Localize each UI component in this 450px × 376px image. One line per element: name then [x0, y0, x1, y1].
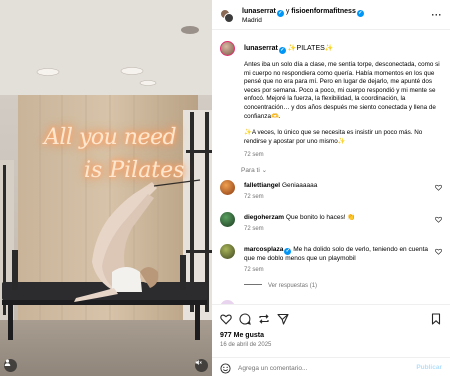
bookmark-icon[interactable] [430, 313, 442, 325]
comment-meta: 72 sem [244, 267, 272, 273]
view-replies-button[interactable]: Ver respuestas (1) [244, 283, 317, 289]
heart-icon[interactable] [435, 184, 442, 191]
comment-time[interactable]: 72 sem [244, 267, 264, 273]
heart-icon[interactable] [220, 313, 232, 325]
post-sidebar: lunaserrat ✓ y fisioenformafitness ✓ Madri… [212, 0, 450, 376]
comment-text: Geniaaaaaa [281, 182, 318, 189]
share-icon[interactable] [277, 313, 289, 325]
comment-username[interactable]: marcosplaza [244, 246, 283, 253]
avatar[interactable] [220, 180, 235, 195]
heart-icon[interactable] [435, 248, 442, 255]
caption-tag: ✨PILATES✨ [287, 45, 334, 52]
comment-username[interactable]: fallettiangel [244, 182, 280, 189]
mute-button[interactable] [195, 359, 208, 372]
post-media[interactable]: All you need is Pilates [0, 0, 212, 376]
post-date: 16 de abril de 2025 [220, 342, 272, 348]
comment-body: marcosplaza ✓ Me ha dolido solo de verlo,… [244, 246, 432, 264]
avatar[interactable] [220, 212, 235, 227]
collab-avatars[interactable] [220, 9, 234, 23]
comment-body: fallettiangel Geniaaaaaa [244, 182, 432, 191]
location-link[interactable]: Madrid [242, 17, 262, 24]
emoji-icon[interactable] [220, 363, 231, 374]
comment-meta: 72 sem [244, 194, 272, 200]
caption-time[interactable]: 72 sem [244, 152, 264, 158]
comment-time[interactable]: 72 sem [244, 226, 264, 232]
comment-sort-dropdown[interactable]: Para ti ⌄ [241, 166, 267, 174]
avatar[interactable] [220, 244, 235, 259]
repost-icon[interactable] [258, 313, 270, 325]
add-comment-bar: Publicar [212, 357, 450, 376]
comment-body: diegoherzam Que bonito lo haces! 👏 [244, 214, 432, 223]
verified-icon: ✓ [284, 248, 292, 255]
more-options-button[interactable]: ··· [432, 10, 443, 20]
caption-text: Antes iba un solo día a clase, me sentía… [244, 61, 444, 154]
view-replies-label: Ver respuestas (1) [268, 283, 318, 289]
author-link[interactable]: lunaserrat [242, 8, 276, 15]
neon-sign-line2: is Pilates [84, 158, 185, 183]
verified-icon: ✓ [356, 10, 364, 17]
caption-paragraph: ✨A veces, lo único que se necesita es in… [244, 129, 423, 145]
post-header: lunaserrat ✓ y fisioenformafitness ✓ Madri… [212, 0, 450, 30]
post-actions: 977 Me gusta 16 de abril de 2025 Publica… [212, 304, 450, 376]
heart-icon[interactable] [435, 216, 442, 223]
verified-icon: ✓ [276, 10, 284, 17]
publish-button[interactable]: Publicar [416, 364, 442, 371]
neon-sign-line1: All you need [44, 125, 177, 150]
likes-count[interactable]: 977 Me gusta [220, 332, 264, 339]
comment-icon[interactable] [239, 313, 251, 325]
comment-username[interactable]: diegoherzam [244, 214, 284, 221]
author-conjunction: y [285, 8, 290, 15]
replies-divider [244, 284, 262, 285]
comment-text: Que bonito lo haces! 👏 [285, 214, 356, 221]
speaker-muted-icon [195, 360, 202, 365]
caption-paragraph: Antes iba un solo día a clase, me sentía… [244, 61, 440, 120]
comment-meta: 72 sem [244, 226, 272, 232]
caption-header: lunaserrat ✓ ✨PILATES✨ [244, 44, 334, 54]
caption-username[interactable]: lunaserrat [244, 45, 278, 52]
tagged-users-button[interactable] [4, 359, 17, 372]
verified-icon: ✓ [278, 47, 286, 54]
comment-time[interactable]: 72 sem [244, 194, 264, 200]
post-authors: lunaserrat ✓ y fisioenformafitness ✓ [242, 8, 364, 17]
user-icon [4, 359, 11, 366]
avatar [224, 13, 234, 23]
avatar[interactable] [220, 41, 235, 56]
pilates-studio-photo [0, 0, 212, 376]
comment-input[interactable] [238, 362, 398, 374]
coauthor-link[interactable]: fisioenformafitness [291, 8, 356, 15]
comments-scroll-area[interactable]: lunaserrat ✓ ✨PILATES✨ Antes iba un solo … [212, 31, 450, 304]
